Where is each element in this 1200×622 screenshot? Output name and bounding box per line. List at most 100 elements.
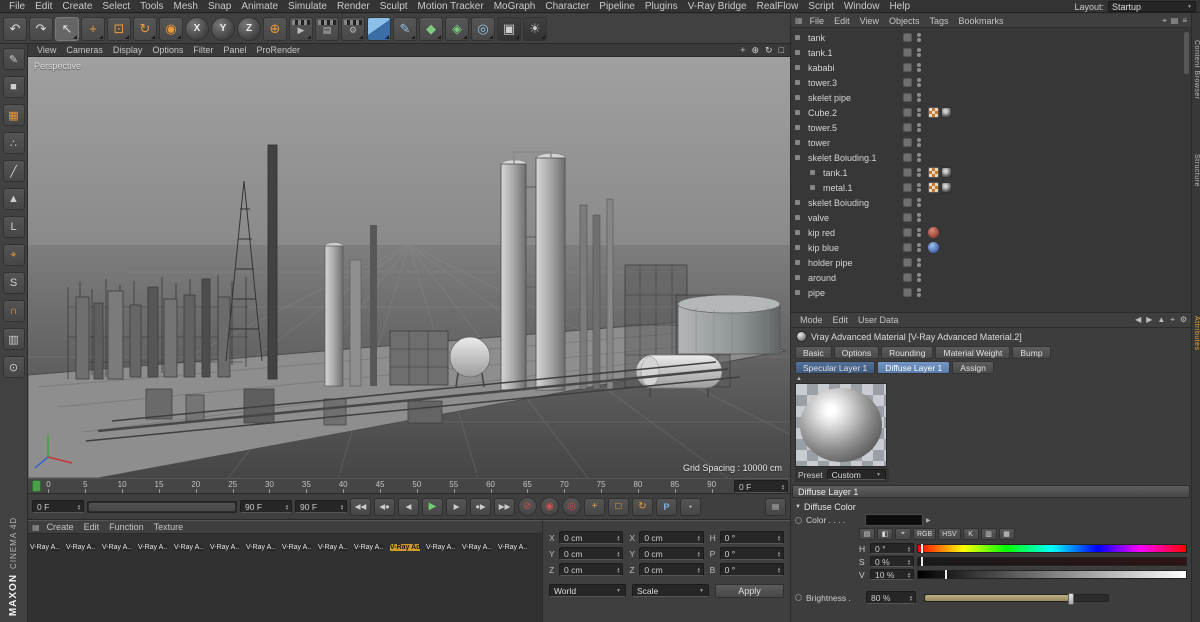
expand-dot[interactable] [795,230,800,235]
workplane-button[interactable]: ▥ [2,328,25,350]
spinner-icon[interactable] [905,546,911,552]
menubar-item[interactable]: Window [839,1,885,12]
rotate-tool-button[interactable]: ↻ [133,16,157,41]
menubar-item[interactable]: Help [884,1,915,12]
object-name[interactable]: kip red [808,228,835,238]
viewport-menu-item[interactable]: View [32,45,61,55]
rotation-p-input[interactable]: 0 ° [719,547,784,560]
object-manager-menu-item[interactable]: Bookmarks [953,16,1008,26]
previous-frame-button[interactable]: ◀ [398,497,419,516]
points-mode-button[interactable]: ∴ [2,132,25,154]
expand-dot[interactable] [810,170,815,175]
menubar-item[interactable]: Render [332,1,375,12]
checker-tag-icon[interactable] [928,182,939,193]
object-row[interactable]: tower [791,135,1191,150]
color-expand-arrow[interactable]: ▶ [926,517,931,524]
object-row[interactable]: tank [791,30,1191,45]
animation-dot[interactable] [795,516,802,524]
visibility-dots[interactable] [917,63,921,72]
redo-button[interactable]: ↷ [29,16,53,41]
history-back-icon[interactable]: ◀ [1135,315,1141,325]
expand-dot[interactable] [810,185,815,190]
object-row[interactable]: tower.5 [791,120,1191,135]
menubar-item[interactable]: Plugins [640,1,683,12]
brightness-slider[interactable] [924,592,1109,605]
visibility-dots[interactable] [917,78,921,87]
object-row[interactable]: tank.1 [791,165,1191,180]
layer-chip[interactable] [903,33,912,42]
viewport-menu-item[interactable]: Display [108,45,148,55]
color-swatches-icon[interactable]: ▦ [998,528,1015,540]
layer-chip[interactable] [903,228,912,237]
visibility-dots[interactable] [917,258,921,267]
play-button[interactable]: ▶ [422,497,443,516]
simulation-button[interactable]: S [2,272,25,294]
hsv-mode-button[interactable]: HSV [938,528,961,540]
layer-chip[interactable] [903,138,912,147]
material-tab[interactable]: Material Weight [935,346,1011,359]
size-y-input[interactable]: 0 cm [639,547,704,560]
material-tab[interactable]: Basic [795,346,832,359]
menubar-item[interactable]: Edit [30,1,57,12]
brightness-slider-knob[interactable] [1068,592,1075,605]
scale-tool-button[interactable]: ⊡ [107,16,131,41]
object-name[interactable]: kip blue [808,243,839,253]
color-swatch[interactable] [865,514,923,526]
record-button[interactable]: ◉ [540,497,559,516]
expand-dot[interactable] [795,125,800,130]
add-light-button[interactable]: ☀ [523,16,547,41]
layer-chip[interactable] [903,213,912,222]
visibility-dots[interactable] [917,108,921,117]
object-row[interactable]: Cube.2 [791,105,1191,120]
panel-icon[interactable]: ▦ [795,16,803,25]
channel-gradient-bar[interactable] [917,544,1187,553]
layer-chip[interactable] [903,183,912,192]
attribute-menu-item[interactable]: Mode [795,315,828,325]
menubar-item[interactable]: Select [97,1,135,12]
menubar-item[interactable]: RealFlow [752,1,804,12]
coordinate-mode-dropdown[interactable]: Scale [632,584,709,597]
object-name[interactable]: tank.1 [808,48,833,58]
material-menu-item[interactable]: Function [104,522,149,532]
spinner-icon[interactable] [905,572,911,578]
expand-dot[interactable] [795,80,800,85]
viewport-menu-item[interactable]: Cameras [61,45,108,55]
visibility-dots[interactable] [917,153,921,162]
expand-dot[interactable] [795,275,800,280]
object-row[interactable]: skelet Boiuding [791,195,1191,210]
attribute-menu-item[interactable]: User Data [853,315,904,325]
spinner-icon[interactable] [779,484,785,490]
spinner-icon[interactable] [338,504,344,510]
expand-dot[interactable] [795,215,800,220]
layer-chip[interactable] [903,273,912,282]
kelvin-mode-button[interactable]: K [962,528,979,540]
zoom-view-icon[interactable]: ⊕ [751,45,759,56]
object-manager-menu-item[interactable]: Objects [884,16,925,26]
menubar-item[interactable]: Pipeline [594,1,640,12]
render-view-button[interactable]: ▶ [289,16,313,41]
range-end-alt-input[interactable]: 90 F [295,500,347,513]
search-icon[interactable]: ⌖ [1170,315,1175,325]
expand-dot[interactable] [795,140,800,145]
material-layer-tab[interactable]: Specular Layer 1 [795,361,876,374]
visibility-dots[interactable] [917,33,921,42]
record-position-button[interactable]: + [584,497,605,516]
material-thumb[interactable]: V-Ray A.. [210,536,245,554]
history-forward-icon[interactable]: ▶ [1146,315,1152,325]
object-row[interactable]: valve [791,210,1191,225]
add-camera-button[interactable]: ▣ [497,16,521,41]
settings-icon[interactable]: ⚙ [1180,315,1187,325]
menubar-item[interactable]: File [4,1,30,12]
object-manager-menu-item[interactable]: Tags [924,16,953,26]
object-manager-menu-item[interactable]: View [855,16,884,26]
spinner-icon[interactable] [614,567,620,573]
object-name[interactable]: Cube.2 [808,108,837,118]
position-x-input[interactable]: 0 cm [559,531,624,544]
last-tool-button[interactable]: ◉ [159,16,183,41]
object-row[interactable]: around [791,270,1191,285]
layer-chip[interactable] [903,78,912,87]
timeline-panel-button[interactable]: ▤ [765,497,786,516]
spinner-icon[interactable] [775,567,781,573]
screen-picker-icon[interactable]: ⌖ [895,528,911,540]
add-cube-button[interactable] [367,16,391,41]
